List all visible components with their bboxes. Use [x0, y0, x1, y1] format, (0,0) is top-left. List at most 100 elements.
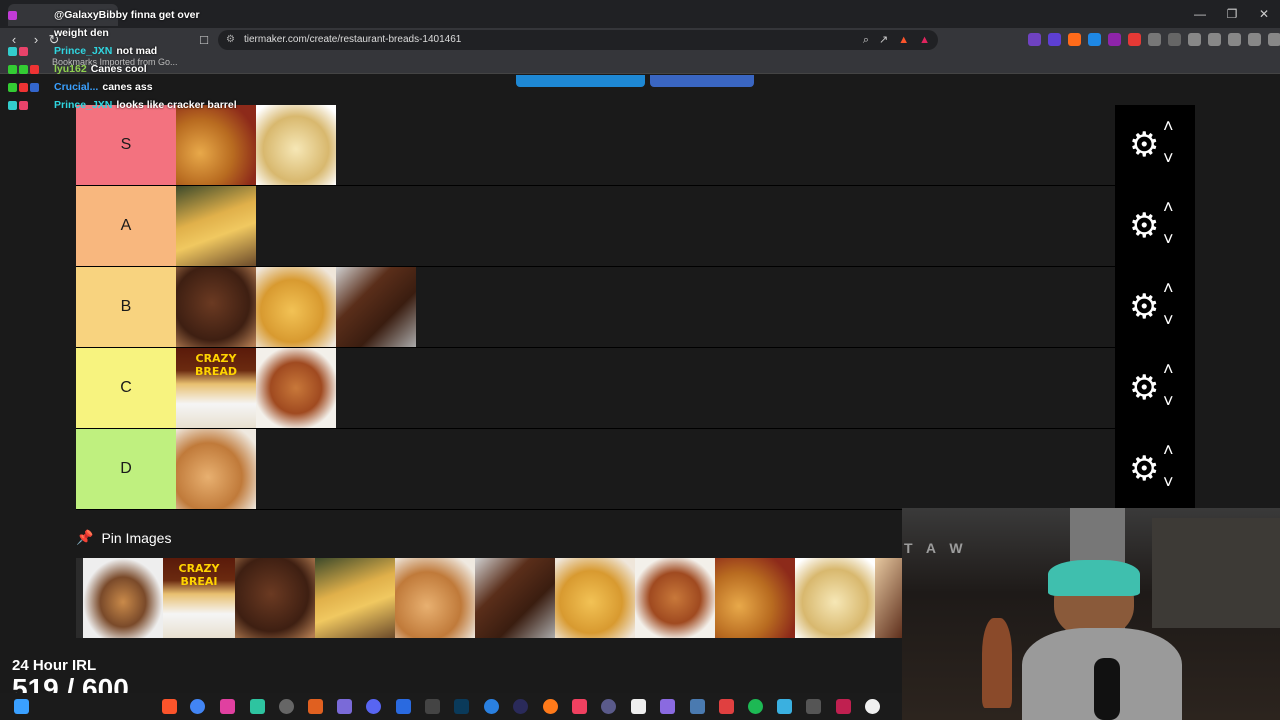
- chevron-down-icon[interactable]: ˅: [1163, 230, 1174, 248]
- sidebar-icon[interactable]: [1188, 33, 1201, 46]
- pool-image-pretzel[interactable]: [635, 558, 715, 638]
- spotify-icon[interactable]: [748, 699, 763, 714]
- pool-image-dinner-rolls[interactable]: [795, 558, 875, 638]
- chat-username[interactable]: Prince_JXN: [54, 45, 112, 57]
- tier-label[interactable]: D: [76, 429, 176, 509]
- bread-image-breadsticks[interactable]: [176, 186, 256, 266]
- pool-image-crazy-bread[interactable]: CRAZY BREAI: [163, 558, 235, 638]
- bread-image-brown-bread[interactable]: [336, 267, 416, 347]
- tier-label[interactable]: S: [76, 105, 176, 185]
- app-icon[interactable]: [250, 699, 265, 714]
- chat-username[interactable]: Crucial...: [54, 81, 98, 93]
- gear-icon[interactable]: ⚙: [1129, 289, 1159, 325]
- app-icon[interactable]: [836, 699, 851, 714]
- tier-label[interactable]: A: [76, 186, 176, 266]
- chevron-up-icon[interactable]: ˄: [1163, 117, 1174, 135]
- gear-icon[interactable]: ⚙: [1129, 127, 1159, 163]
- tier-label[interactable]: C: [76, 348, 176, 428]
- tier-items[interactable]: [176, 429, 1115, 509]
- bread-image-bushman-loaf[interactable]: [176, 267, 256, 347]
- tier-items[interactable]: [176, 105, 1115, 185]
- chevron-up-icon[interactable]: ˄: [1163, 198, 1174, 216]
- vpn-icon[interactable]: [1248, 33, 1261, 46]
- brave-shield-icon[interactable]: ▲: [898, 30, 909, 50]
- brave-icon[interactable]: [162, 699, 177, 714]
- pool-image-bushman-loaf[interactable]: [235, 558, 315, 638]
- pool-image-biscuits[interactable]: [395, 558, 475, 638]
- discord-icon[interactable]: [366, 699, 381, 714]
- menu-icon[interactable]: [1268, 33, 1280, 46]
- extension-icon[interactable]: [1048, 33, 1061, 46]
- leo-icon[interactable]: [1228, 33, 1241, 46]
- app-icon[interactable]: [513, 699, 528, 714]
- close-icon[interactable]: ✕: [1248, 0, 1280, 28]
- chevron-down-icon[interactable]: ˅: [1163, 392, 1174, 410]
- chevron-down-icon[interactable]: ˅: [1163, 149, 1174, 167]
- app-icon[interactable]: [806, 699, 821, 714]
- app-icon[interactable]: [660, 699, 675, 714]
- vegas-icon[interactable]: [396, 699, 411, 714]
- pool-image-bread-basket[interactable]: [83, 558, 163, 638]
- gear-icon[interactable]: ⚙: [1129, 208, 1159, 244]
- firefox-icon[interactable]: [543, 699, 558, 714]
- app-icon[interactable]: [601, 699, 616, 714]
- obs-icon[interactable]: [279, 699, 294, 714]
- chrome-icon[interactable]: [190, 699, 205, 714]
- puzzle-icon[interactable]: [1148, 33, 1161, 46]
- chevron-up-icon[interactable]: ˄: [1163, 441, 1174, 459]
- extension-icon[interactable]: [1108, 33, 1121, 46]
- app-icon[interactable]: [308, 699, 323, 714]
- tier-items[interactable]: CRAZY BREAD: [176, 348, 1115, 428]
- gear-icon[interactable]: ⚙: [1129, 370, 1159, 406]
- tier-label[interactable]: B: [76, 267, 176, 347]
- tier-list: S ⚙ ˄ ˅ A ⚙ ˄ ˅ B ⚙ ˄ ˅ C CRAZY BREAD ⚙ …: [76, 105, 1195, 510]
- download-button[interactable]: [650, 75, 754, 87]
- brave-rewards-icon[interactable]: ▲: [919, 30, 930, 50]
- pool-image-cheddar-biscuits[interactable]: [715, 558, 795, 638]
- tier-items[interactable]: [176, 186, 1115, 266]
- extension-icon[interactable]: [1128, 33, 1141, 46]
- pool-image-chocolate-bread[interactable]: [875, 558, 902, 638]
- bread-image-crazy-bread[interactable]: CRAZY BREAD: [176, 348, 256, 428]
- capcut-icon[interactable]: [631, 699, 646, 714]
- app-icon[interactable]: [719, 699, 734, 714]
- windows-start-icon[interactable]: [14, 699, 29, 714]
- bread-image-biscuits[interactable]: [176, 429, 256, 509]
- extension-icon[interactable]: [1068, 33, 1081, 46]
- extension-icon[interactable]: [1028, 33, 1041, 46]
- zoom-icon[interactable]: ⌕: [863, 30, 869, 50]
- app-icon[interactable]: [425, 699, 440, 714]
- wallet-icon[interactable]: [1208, 33, 1221, 46]
- bread-image-dinner-rolls[interactable]: [256, 105, 336, 185]
- app-icon[interactable]: [220, 699, 235, 714]
- photoshop-icon[interactable]: [454, 699, 469, 714]
- minimize-icon[interactable]: —: [1184, 0, 1216, 28]
- gamepad-icon[interactable]: [337, 699, 352, 714]
- share-icon[interactable]: ↗: [879, 30, 888, 50]
- chevron-up-icon[interactable]: ˄: [1163, 360, 1174, 378]
- chevron-up-icon[interactable]: ˄: [1163, 279, 1174, 297]
- bread-image-pretzel[interactable]: [256, 348, 336, 428]
- pool-image-garlic-toast[interactable]: [555, 558, 635, 638]
- address-bar[interactable]: ⚙ tiermaker.com/create/restaurant-breads…: [218, 30, 938, 50]
- chat-username[interactable]: lyu162: [54, 63, 87, 75]
- tier-items[interactable]: [176, 267, 1115, 347]
- chevron-down-icon[interactable]: ˅: [1163, 473, 1174, 491]
- chat-username[interactable]: Prince_JXN: [54, 99, 112, 111]
- app-icon[interactable]: [865, 699, 880, 714]
- chevron-down-icon[interactable]: ˅: [1163, 311, 1174, 329]
- edge-icon[interactable]: [484, 699, 499, 714]
- bread-image-garlic-toast[interactable]: [256, 267, 336, 347]
- app-icon[interactable]: [690, 699, 705, 714]
- save-button[interactable]: [516, 75, 645, 87]
- music-icon[interactable]: [572, 699, 587, 714]
- extension-icon[interactable]: [1088, 33, 1101, 46]
- bread-image-cheddar-biscuits[interactable]: [176, 105, 256, 185]
- app-icon[interactable]: [777, 699, 792, 714]
- pool-image-brown-bread[interactable]: [475, 558, 555, 638]
- tier-controls: ⚙ ˄ ˅: [1115, 429, 1195, 509]
- pool-image-breadsticks[interactable]: [315, 558, 395, 638]
- restore-icon[interactable]: ❐: [1216, 0, 1248, 28]
- gear-icon[interactable]: ⚙: [1129, 451, 1159, 487]
- extension-icon[interactable]: [1168, 33, 1181, 46]
